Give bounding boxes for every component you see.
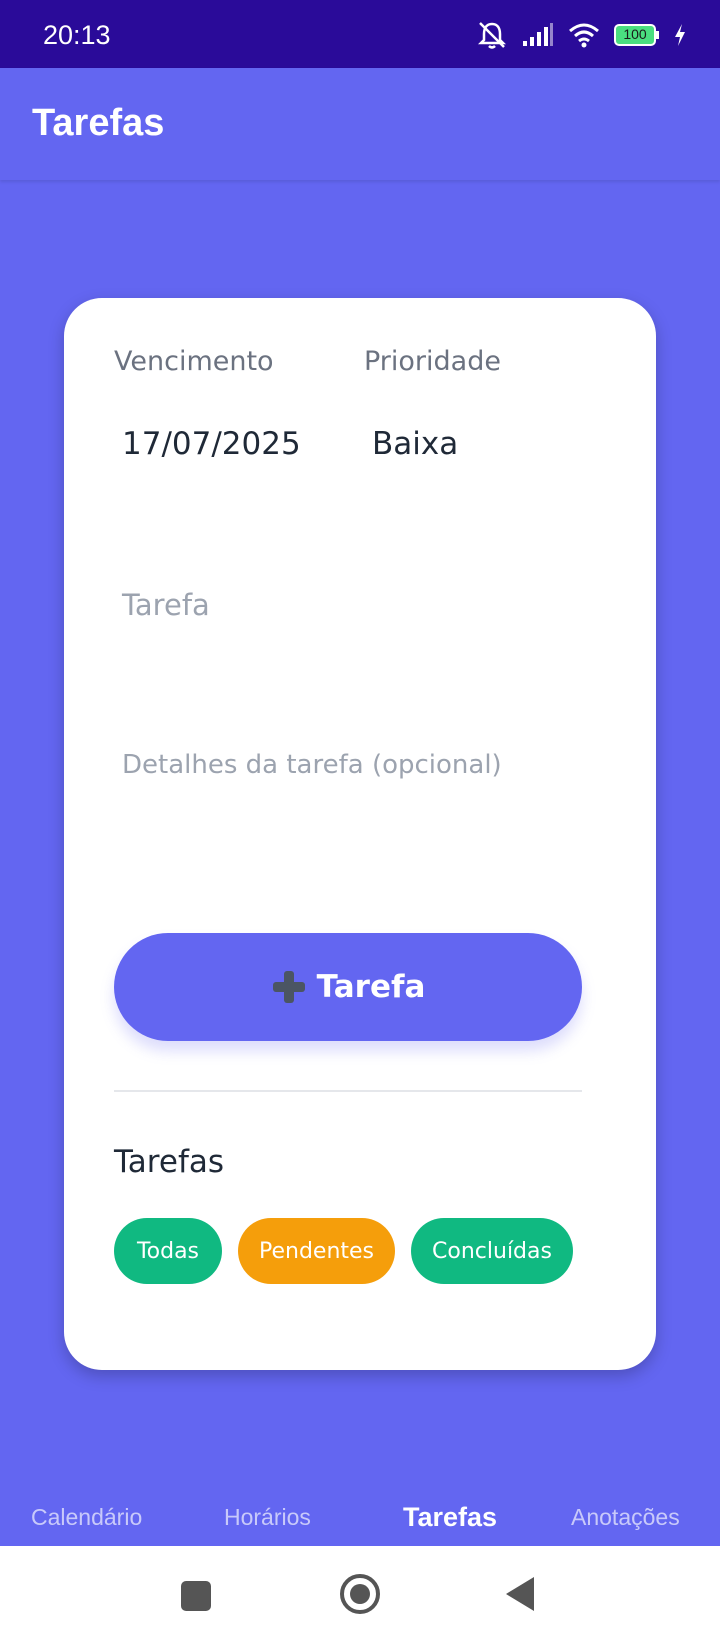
status-icons: 100 <box>476 20 686 50</box>
task-list-title: Tarefas <box>114 1144 224 1180</box>
back-icon[interactable] <box>506 1577 534 1611</box>
battery-level: 100 <box>623 26 647 42</box>
priority-label: Prioridade <box>364 346 501 377</box>
nav-calendar[interactable]: Calendário <box>31 1504 142 1531</box>
nav-schedule[interactable]: Horários <box>224 1504 311 1531</box>
wifi-icon <box>568 22 600 48</box>
status-bar: 20:13 100 <box>0 0 720 68</box>
due-date-label: Vencimento <box>114 346 274 377</box>
due-date-picker[interactable]: 17/07/2025 <box>122 426 301 462</box>
nav-tasks[interactable]: Tarefas <box>403 1502 497 1533</box>
bottom-nav: Calendário Horários Tarefas Anotações <box>0 1490 720 1546</box>
nav-notes[interactable]: Anotações <box>571 1504 680 1531</box>
filter-chips: Todas Pendentes Concluídas <box>114 1218 573 1284</box>
filter-done-chip[interactable]: Concluídas <box>411 1218 573 1284</box>
app-bar: Tarefas <box>0 68 720 180</box>
signal-icon <box>522 23 554 47</box>
add-task-button[interactable]: Tarefa <box>114 933 582 1041</box>
status-time: 20:13 <box>43 20 111 50</box>
plus-icon <box>271 969 307 1005</box>
task-title-input[interactable]: Tarefa <box>122 588 592 622</box>
task-form-card: Vencimento Prioridade 17/07/2025 Baixa T… <box>64 298 656 1370</box>
filter-all-chip[interactable]: Todas <box>114 1218 222 1284</box>
task-details-input[interactable]: Detalhes da tarefa (opcional) <box>122 750 592 780</box>
filter-pending-chip[interactable]: Pendentes <box>238 1218 395 1284</box>
battery-icon: 100 <box>614 24 660 46</box>
add-task-label: Tarefa <box>316 969 426 1005</box>
recents-icon[interactable] <box>181 1581 211 1611</box>
page-title: Tarefas <box>32 102 165 144</box>
mute-icon <box>476 20 508 50</box>
priority-select[interactable]: Baixa <box>372 426 458 462</box>
charging-icon <box>674 24 686 46</box>
divider <box>114 1090 582 1092</box>
system-nav-bar <box>0 1546 720 1640</box>
home-icon[interactable] <box>340 1574 380 1614</box>
